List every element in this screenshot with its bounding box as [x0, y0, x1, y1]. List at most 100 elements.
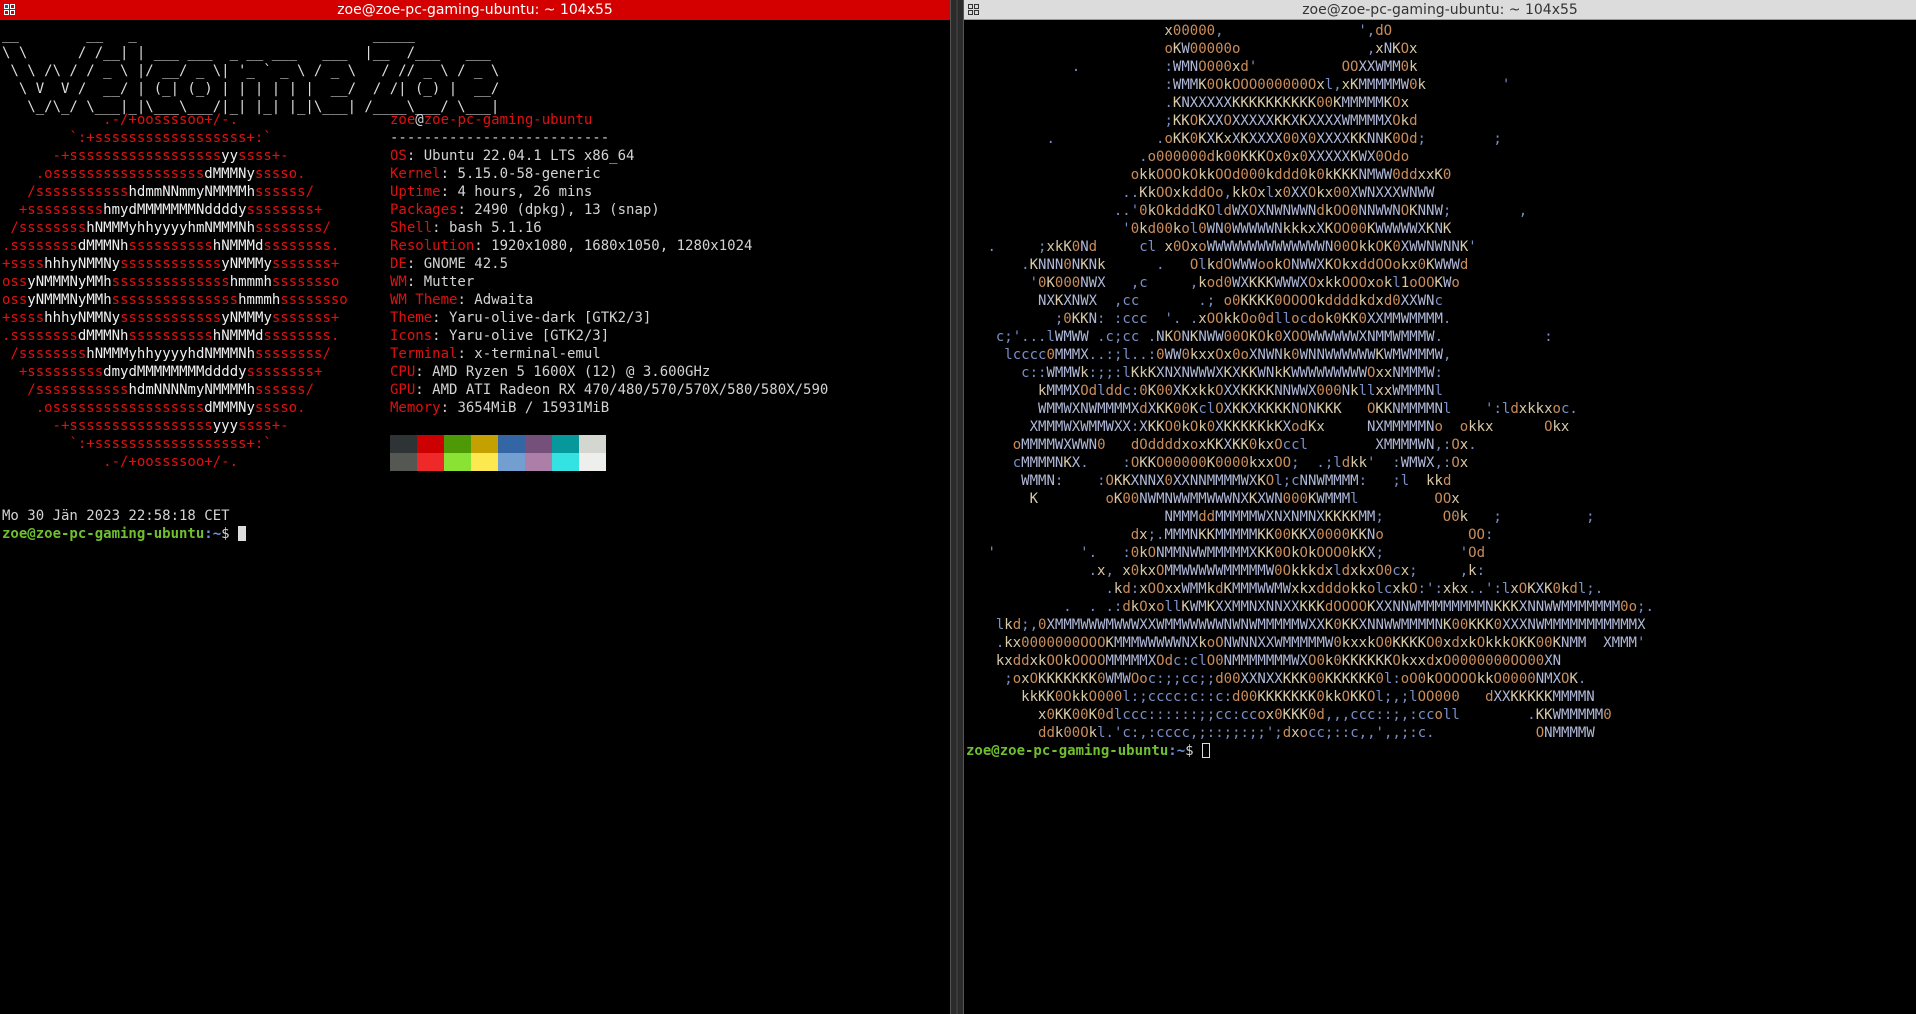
art-line: ' '. :0kONMMNWWMMMMMXKK0OkOkOOO0kKX; 'Od [987, 545, 1486, 561]
art-line: ..'0kOkdddKOldWXOXNWNWWNdkOO0NNWWNOKNNW;… [1113, 203, 1528, 219]
right-terminal-title: zoe@zoe-pc-gaming-ubuntu: ~ 104x55 [1302, 2, 1578, 18]
info-key: Shell [390, 220, 433, 236]
terminal-cursor [1202, 743, 1211, 758]
color-palette [390, 435, 606, 471]
info-value: AMD ATI Radeon RX 470/480/570/570X/580/5… [432, 382, 829, 398]
info-lines: OS: Ubuntu 22.04.1 LTS x86_64 Kernel: 5.1… [390, 147, 828, 417]
art-line: ;oxOKKKKKKK0WMWOoc:;;cc;;d00XXNXXKKK00KK… [1004, 671, 1587, 687]
info-line: Kernel: 5.15.0-58-generic [390, 166, 601, 182]
palette-swatch [390, 453, 417, 471]
art-line: WMMWXNWMMMMXdXKK00KclOXKKXKKKKNONKKK OKK… [1038, 401, 1578, 417]
palette-swatch [552, 453, 579, 471]
info-line: Uptime: 4 hours, 26 mins [390, 184, 593, 200]
left-terminal-window[interactable]: zoe@zoe-pc-gaming-ubuntu: ~ 104x55 __ __… [0, 0, 950, 1014]
pane-divider[interactable] [950, 0, 964, 1014]
logo-line: ossyNMMMNyMMhssssssssssssssshmmmhsssssss… [2, 292, 348, 308]
info-key: Terminal [390, 346, 458, 362]
palette-swatch [390, 435, 417, 453]
left-prompt-line[interactable]: zoe@zoe-pc-gaming-ubuntu:~$ [2, 525, 247, 543]
info-at: @ [415, 112, 424, 128]
art-line: ..KkOOxkddOo,kkOxlx0XXOkx00XWNXXXWNWW [1122, 185, 1435, 201]
info-line: WM Theme: Adwaita [390, 292, 534, 308]
info-value: 3654MiB / 15931MiB [457, 400, 610, 416]
art-line: NMMMddMMMMMWXNXNMNXKKKKMM; O0k ; ; [1164, 509, 1595, 525]
art-line: K oK00NWMNWWMMWWWNXKXWN000KWMMMl OOx [979, 491, 1460, 507]
prompt-symbol: $ [1185, 743, 1203, 759]
info-key: Resolution [390, 238, 475, 254]
info-value: 4 hours, 26 mins [457, 184, 593, 200]
art-line: kMMMXOdlddc:0K00XKxkkOXXKKKKNNWWX000Nkll… [979, 383, 1443, 399]
logo-line: .ossssssssssssssssssdMMMNysssso. [2, 166, 306, 182]
info-line: Terminal: x-terminal-emul [390, 346, 601, 362]
left-terminal-titlebar[interactable]: zoe@zoe-pc-gaming-ubuntu: ~ 104x55 [0, 0, 950, 20]
left-terminal-title: zoe@zoe-pc-gaming-ubuntu: ~ 104x55 [337, 2, 613, 18]
right-terminal-window[interactable]: zoe@zoe-pc-gaming-ubuntu: ~ 104x55 x0000… [964, 0, 1916, 1014]
info-line: WM: Mutter [390, 274, 475, 290]
art-line: . ;xkK0Nd cl x0OxoWWWWWWWWWWWWWWN00OkkOK… [987, 239, 1477, 255]
logo-line: `:+ssssssssssssssssss+:` [2, 436, 272, 452]
logo-line: /sssssssshNMMMyhhyyyyhdNMMMNhssssssss/ [2, 346, 331, 362]
info-line: Shell: bash 5.1.16 [390, 220, 542, 236]
art-line: x0KK00K0dlccc::::::;;cc:ccox0KKK0d,,,ccc… [979, 707, 1612, 723]
welcome-zoe-ascii-banner: __ __ _ _____ \ \ / /__| | ___ ___ _ __ … [2, 27, 500, 115]
art-line: XMMMWXWMMWXX:XKKO0kOk0XKKKKKkKXodKx NXMM… [1029, 419, 1570, 435]
info-key: WM [390, 274, 407, 290]
art-line: c;'...lWMWW .c;cc .NKONKNWW00OKOk0XOOWWW… [995, 329, 1553, 345]
info-value: Ubuntu 22.04.1 LTS x86_64 [423, 148, 635, 164]
art-line: .KNXXXXXKKKKKKKKKK00KMMMMMKOx [1164, 95, 1410, 111]
palette-swatch [498, 435, 525, 453]
palette-swatch [525, 453, 552, 471]
palette-swatch [579, 453, 606, 471]
info-value: bash 5.1.16 [449, 220, 542, 236]
logo-line: .-/+oossssoo+/-. [2, 454, 239, 470]
logo-line: /ssssssssssshdmNNNNmyNMMMMhssssss/ [2, 382, 315, 398]
info-key: DE [390, 256, 407, 272]
right-terminal-titlebar[interactable]: zoe@zoe-pc-gaming-ubuntu: ~ 104x55 [964, 0, 1916, 20]
info-key: CPU [390, 364, 416, 380]
info-key: Theme [390, 310, 433, 326]
info-key: Packages [390, 202, 458, 218]
info-key: GPU [390, 382, 416, 398]
window-menu-icon[interactable] [4, 4, 16, 16]
prompt-symbol: $ [221, 526, 239, 542]
logo-line: +ssssssssshmydMMMMMMMNddddyssssssss+ [2, 202, 323, 218]
prompt-path: :~ [1168, 743, 1186, 759]
logo-line: .ssssssssdMMMNhsssssssssshNMMMdssssssss. [2, 328, 340, 344]
ubuntu-ascii-logo: .-/+oossssoo+/-. `:+ssssssssssssssssss+:… [2, 111, 348, 471]
art-line: .KNNN0NKNk . OlkdOWWWookONWWXKOkxddOOokx… [1021, 257, 1469, 273]
date-line: Mo 30 Jän 2023 22:58:18 CET [2, 508, 230, 524]
info-key: Icons [390, 328, 433, 344]
logo-line: /sssssssshNMMMyhhyyyyhmNMMMNhssssssss/ [2, 220, 331, 236]
art-line: :WMMK0OkOOO000000Oxl,xKMMMMMW0k ' [1164, 77, 1511, 93]
art-line: . . .:dkOxollKWMKXXMMNXNNXXKKKdOOOOKXXNN… [1063, 599, 1654, 615]
info-user: zoe [390, 112, 416, 128]
art-line: lcccc0MMMX..:;l..:0WW0kxxOx0oXNWNk0WNNWW… [1004, 347, 1452, 363]
right-prompt-line[interactable]: zoe@zoe-pc-gaming-ubuntu:~$ [966, 742, 1211, 760]
palette-swatch [417, 453, 444, 471]
info-value: x-terminal-emul [474, 346, 601, 362]
logo-line: -+ssssssssssssssssssyyssss+- [2, 148, 289, 164]
palette-swatch [498, 453, 525, 471]
art-line: NXKXNWX ,cc .; o0KKKK0OOOOkddddkdxd0XXWN… [1038, 293, 1443, 309]
art-line: . :WMNO000xd' OOXXWMM0k [1071, 59, 1418, 75]
info-line: OS: Ubuntu 22.04.1 LTS x86_64 [390, 148, 635, 164]
info-line: Resolution: 1920x1080, 1680x1050, 1280x1… [390, 238, 753, 254]
logo-line: +sssshhhyNMMNyssssssssssssyNMMMysssssss+ [2, 256, 340, 272]
art-line: . .oKK0KXKxXKXXXX00X0XXXXKKNNK0Od; ; [1046, 131, 1502, 147]
logo-line: `:+ssssssssssssssssss+:` [2, 130, 272, 146]
art-line: .x, x0kxOMMWWWWWMMMMMW0OkkkdxldxkxO0cx; … [1088, 563, 1486, 579]
window-menu-icon[interactable] [968, 4, 980, 16]
prompt-user-host: zoe@zoe-pc-gaming-ubuntu [2, 526, 205, 542]
info-value: 5.15.0-58-generic [457, 166, 601, 182]
info-host: zoe-pc-gaming-ubuntu [423, 112, 593, 128]
logo-line: ossyNMMMNyMMhsssssssssssssshmmmhssssssso [2, 274, 340, 290]
palette-swatch [471, 453, 498, 471]
prompt-path: :~ [204, 526, 222, 542]
info-value: Yaru-olive [GTK2/3] [449, 328, 610, 344]
art-line: ;KKOKXXOXXXXXKKXKXXXXWMMMMXOkd [1164, 113, 1418, 129]
palette-swatch [444, 453, 471, 471]
art-line: '0kd00kol0WN0WWWWWNkkkxXKOO00KWWWWWXKNK [1122, 221, 1452, 237]
info-separator: -------------------------- [390, 130, 610, 146]
logo-line: /ssssssssssshdmmNNmmyNMMMMhssssss/ [2, 184, 315, 200]
art-line: dx;.MMMNKKMMMMMKK00KKX0000KKNo OO: [1130, 527, 1494, 543]
